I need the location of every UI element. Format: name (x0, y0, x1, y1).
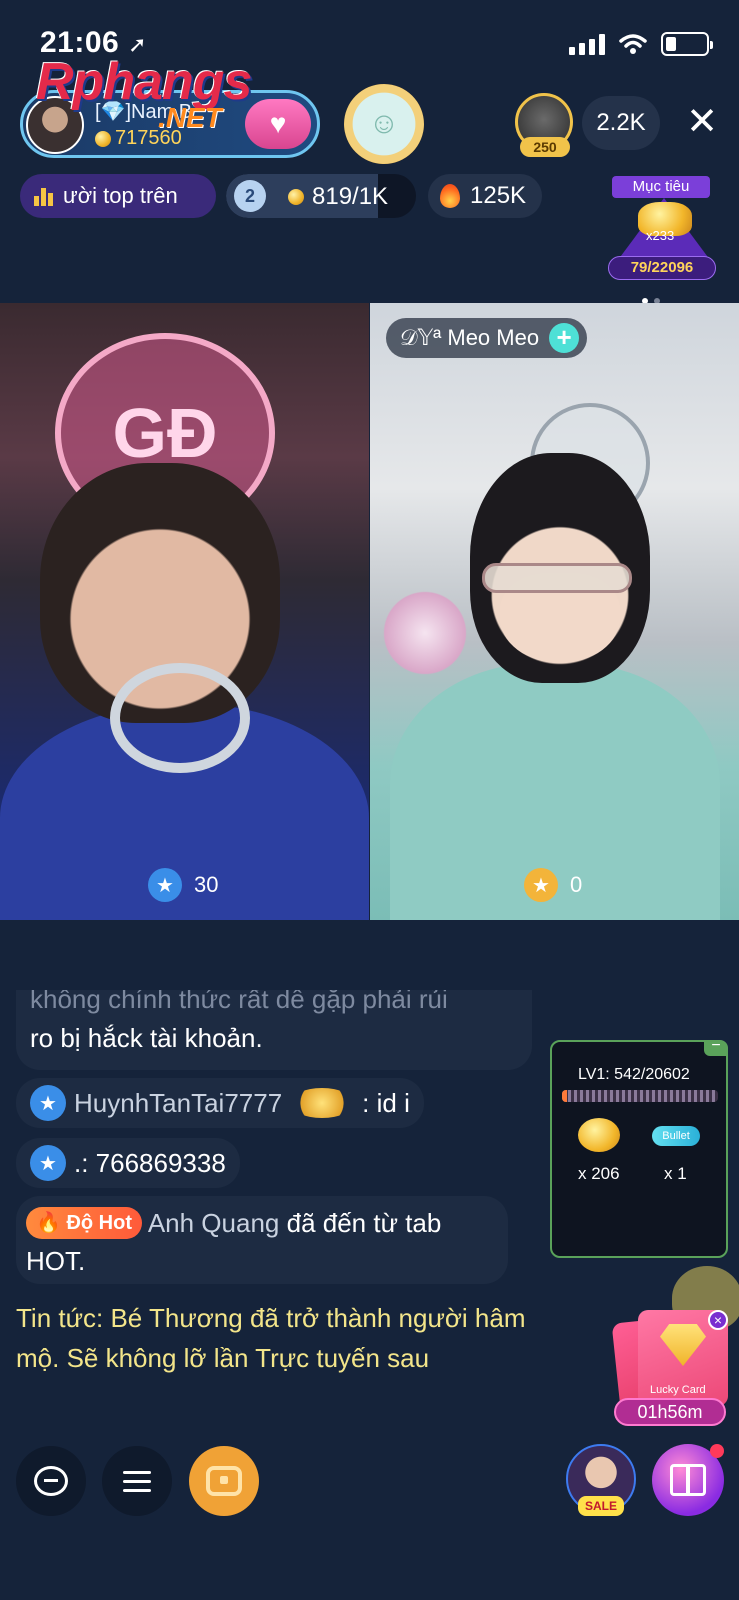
host-score: ★ 30 (148, 868, 218, 902)
cohost-name: 𝒟𝕐ª Meo Meo (400, 325, 540, 350)
hot-tag-label: Độ Hot (66, 1212, 133, 1234)
cohost-score-value: 0 (570, 872, 583, 897)
lucky-card-timer: 01h56m (614, 1398, 726, 1426)
chat-message: không chính thức rất dễ gặp phải rủi ro … (16, 990, 532, 1070)
hot-count-value: 125K (470, 182, 527, 209)
lucky-card-label: Lucky Card (650, 1384, 706, 1396)
sunglasses-image (482, 563, 632, 593)
cellular-signal-icon (569, 33, 605, 55)
watermark-suffix: .NET (158, 102, 222, 133)
chat-message: 🔥 Độ Hot Anh Quang đã đến từ tab HOT. (16, 1196, 508, 1284)
sale-tag: SALE (578, 1496, 624, 1516)
news-message: Tin tức: Bé Thương đã trở thành người hâ… (16, 1303, 526, 1373)
rank-badge-icon[interactable]: ☺ (344, 84, 424, 164)
cohost-score: ★ 0 (524, 868, 582, 902)
heart-icon: ♥ (269, 108, 287, 139)
menu-button[interactable] (102, 1446, 172, 1516)
host-video[interactable]: GĐ (0, 303, 369, 920)
chat-message: ★ HuynhTanTai7777 : id i (16, 1078, 424, 1128)
gold-count: x 206 (578, 1164, 620, 1183)
chat-text: : id i (362, 1087, 410, 1118)
chat-message-line: không chính thức rất dễ gặp phải rủi (30, 990, 448, 1014)
follow-cohost-button[interactable]: + (549, 323, 580, 353)
host-score-value: 30 (194, 872, 219, 897)
goal-multiplier: x233 (646, 228, 675, 243)
cohost-tag[interactable]: 𝒟𝕐ª Meo Meo + (386, 318, 588, 358)
level-text: LV1: 542/20602 (578, 1066, 690, 1083)
goal-title: Mục tiêu (612, 176, 710, 198)
comment-button[interactable] (16, 1446, 86, 1516)
wings-badge-icon (290, 1088, 355, 1118)
battery-icon (661, 32, 713, 56)
level-progress-bar (562, 1090, 718, 1102)
bullet-icon: Bullet (652, 1126, 700, 1146)
viewer-count-button[interactable]: 2.2K (582, 96, 660, 150)
treasure-chest-button[interactable] (189, 1446, 259, 1516)
chain-necklace-image (110, 663, 250, 773)
close-button[interactable]: ✕ (680, 100, 724, 144)
treasure-chest-icon (206, 1466, 242, 1496)
star-icon: ★ (148, 868, 182, 902)
level-progress-bar-fill (562, 1090, 567, 1102)
follow-button[interactable]: ♥ (245, 99, 311, 149)
hot-count-pill[interactable]: 125K (428, 174, 542, 218)
notification-dot (710, 1444, 724, 1458)
hot-tag: 🔥 Độ Hot (26, 1207, 143, 1239)
level-badge: 2 (234, 180, 266, 212)
top-viewer-level: 250 (520, 137, 570, 157)
lucky-card-close-button[interactable]: × (708, 1310, 728, 1330)
chat-username[interactable]: Anh Quang (148, 1208, 280, 1238)
hamburger-menu-icon (123, 1470, 151, 1492)
star-icon: ★ (30, 1145, 66, 1181)
chat-message: ★ .: 766869338 (16, 1138, 240, 1188)
chat-username[interactable]: HuynhTanTai7777 (74, 1088, 282, 1119)
chat-message-line: ro bị hắck tài khoản. (30, 1023, 263, 1053)
bar-chart-icon (34, 186, 53, 206)
minimize-button[interactable]: − (704, 1038, 728, 1056)
close-icon: ✕ (686, 101, 718, 143)
status-indicators (569, 32, 713, 56)
orchid-image (380, 583, 470, 683)
coin-icon (95, 130, 111, 147)
chat-text: .: 766869338 (74, 1147, 226, 1178)
level-progress-pill[interactable]: 2 819/1K (226, 174, 416, 218)
goal-progress: 79/22096 (608, 256, 716, 280)
flame-icon (440, 184, 460, 208)
chat-bubble-icon (34, 1466, 68, 1496)
top-list-label: ười top trên (63, 183, 178, 208)
wifi-icon (619, 34, 647, 54)
level-progress-value: 819/1K (312, 183, 389, 210)
coin-icon (288, 189, 304, 205)
bullet-count: x 1 (664, 1164, 687, 1183)
gift-icon (670, 1464, 706, 1496)
level-progress-text: 819/1K (288, 183, 388, 211)
star-icon: ★ (524, 868, 558, 902)
gold-coins-icon (578, 1118, 620, 1152)
cohost-video[interactable] (370, 303, 739, 920)
top-list-button[interactable]: ười top trên (20, 174, 216, 218)
star-icon: ★ (30, 1085, 66, 1121)
